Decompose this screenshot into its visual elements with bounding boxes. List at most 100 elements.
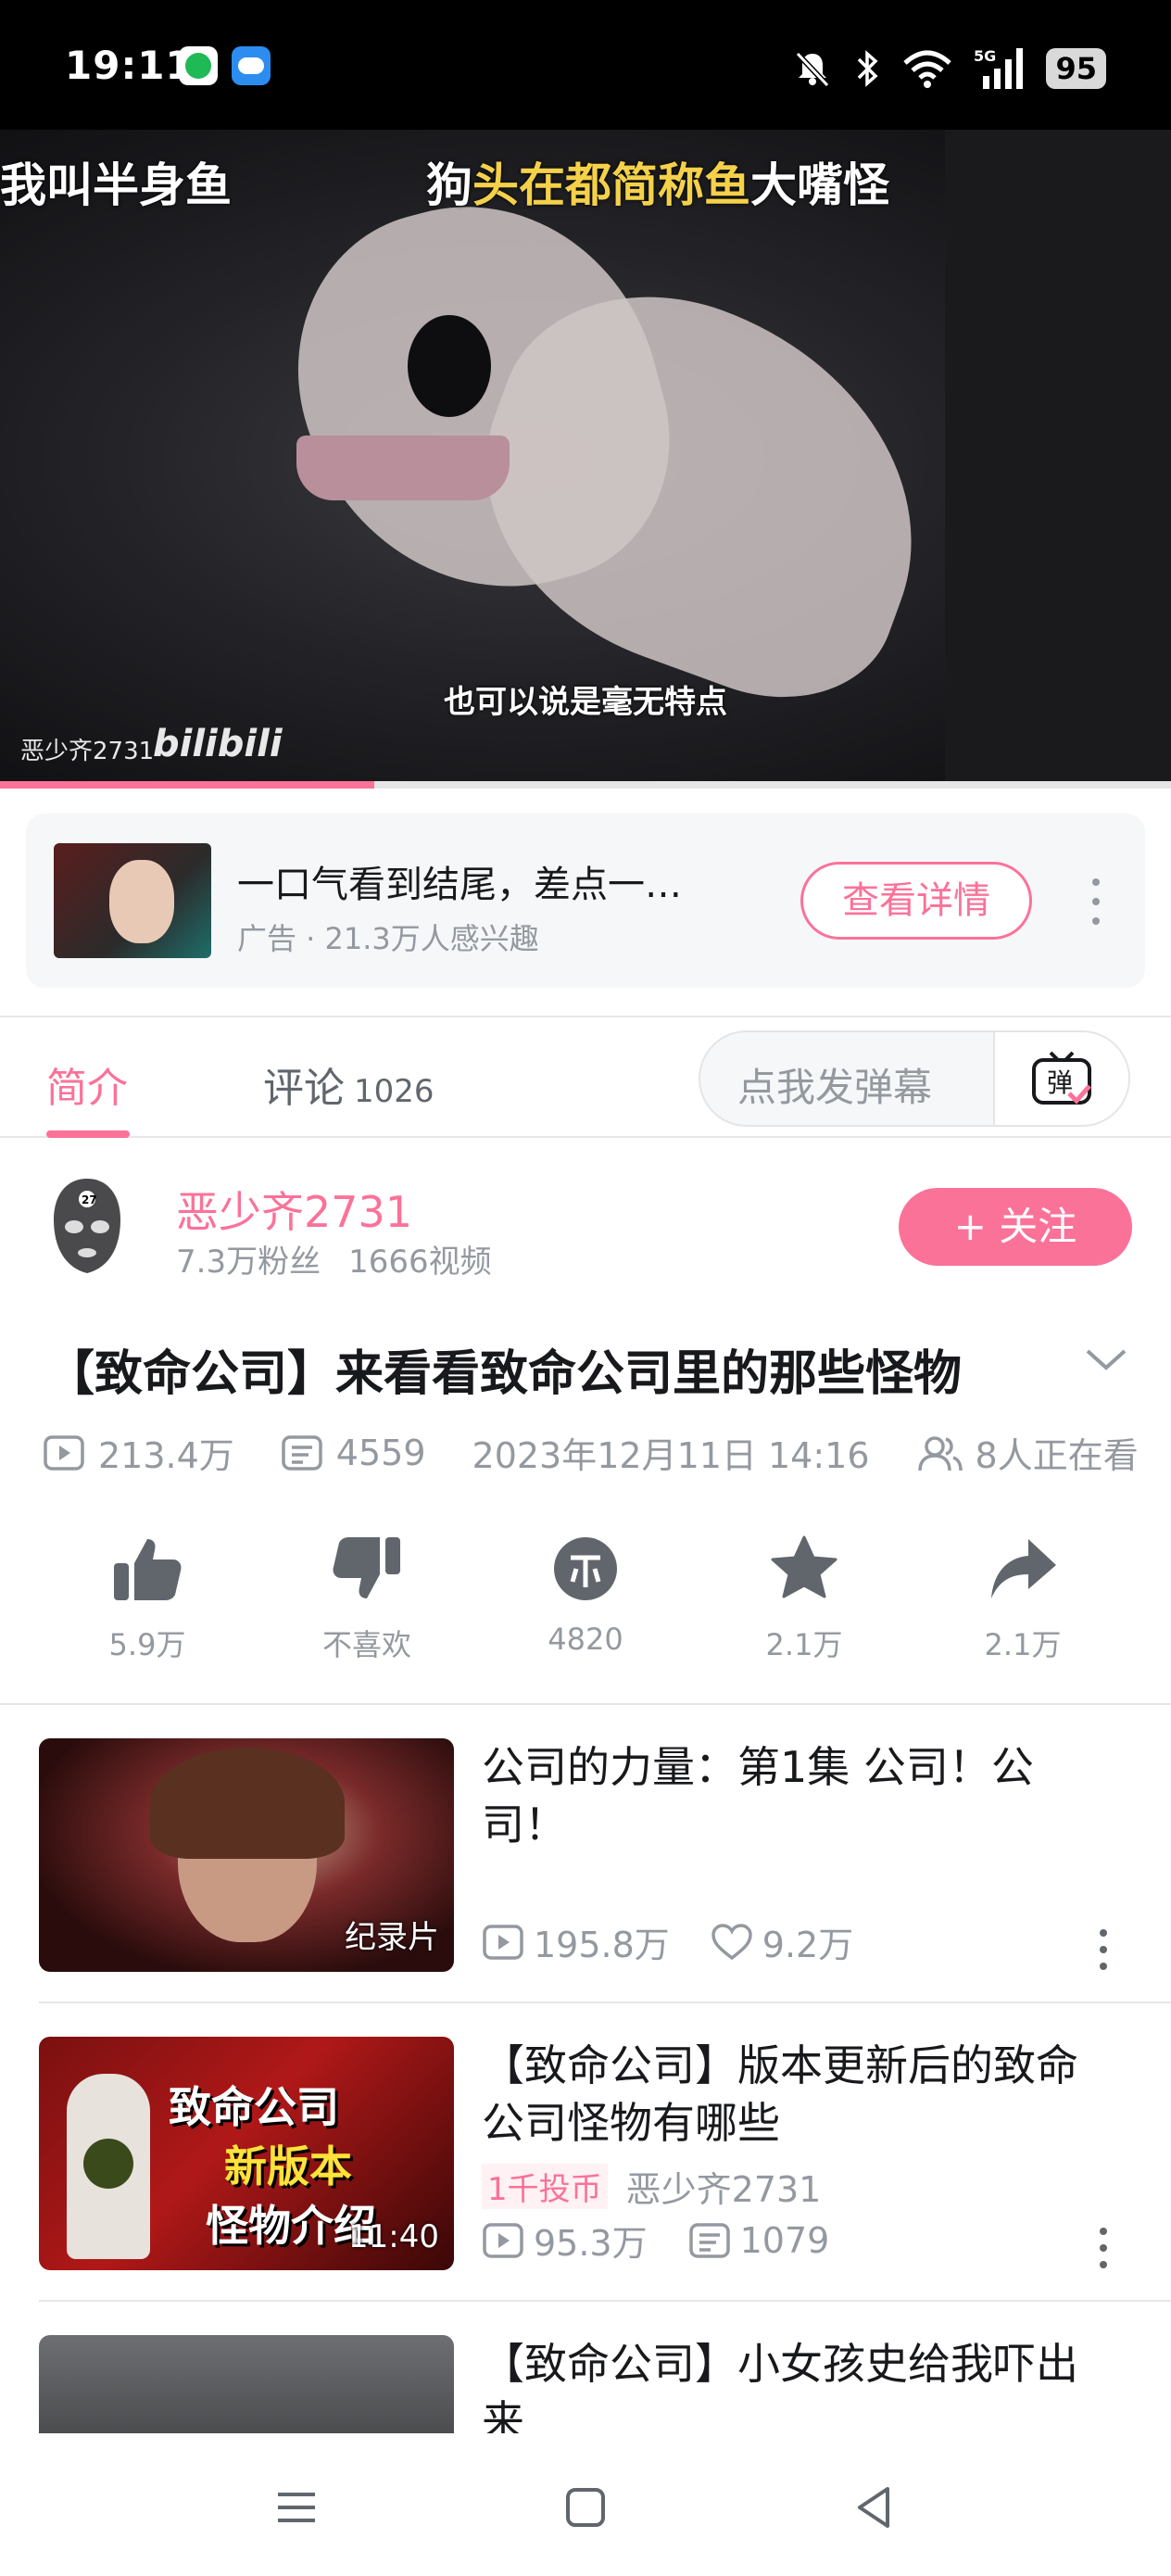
ad-card[interactable]: 一口气看到结尾，差点一… 广告 · 21.3万人感兴趣 查看详情 [26, 814, 1145, 988]
status-icons: 5G 95 [792, 41, 1106, 96]
video-meta: 213.4万 4559 2023年12月11日 14:16 8人正在看 [43, 1427, 1139, 1478]
watching-count: 8人正在看 [975, 1435, 1139, 1476]
wifi-icon [903, 50, 952, 88]
video-player[interactable]: 我叫半身鱼 狗头在都简称鱼大嘴怪 也可以说是毫无特点 恶少齐2731 bilib… [0, 130, 1171, 788]
more-options-icon[interactable] [1099, 1929, 1108, 1970]
menu-icon[interactable] [269, 2480, 324, 2535]
video-duration: 11:40 [348, 2218, 439, 2255]
bluetooth-icon [858, 50, 879, 87]
dislike-button[interactable]: 不喜欢 [293, 1527, 441, 1664]
uploader-stats: 7.3万粉丝 1666视频 [176, 1236, 520, 1282]
view-count: 195.8万 [534, 1925, 670, 1965]
avatar[interactable]: 27 [46, 1175, 128, 1277]
video-title: 【致命公司】来看看致命公司里的那些怪物 [46, 1346, 963, 1402]
system-nav-bar [0, 2433, 1171, 2576]
play-count-icon [483, 2222, 523, 2258]
ad-title: 一口气看到结尾，差点一… [237, 864, 682, 906]
danmaku-count: 1079 [739, 2219, 830, 2261]
svg-text:弹: 弹 [1047, 1067, 1073, 1098]
video-thumbnail: 致命公司 新版本 怪物介绍 11:40 [39, 2037, 454, 2270]
danmaku-count: 4559 [335, 1432, 426, 1473]
uploader-fans: 7.3万粉丝 [176, 1244, 321, 1281]
viewers-icon [917, 1435, 963, 1471]
mute-bell-icon [796, 51, 830, 88]
uploader-name[interactable]: 恶少齐2731 [176, 1179, 412, 1240]
view-count: 213.4万 [98, 1435, 234, 1476]
tab-bar: 简介 评论 1026 点我发弹幕 弹 [0, 1016, 1171, 1138]
related-video-title: 【致命公司】小女孩史给我吓出来 [482, 2339, 1078, 2433]
action-bar: 5.9万 不喜欢 4820 2.1万 2.1万 [0, 1527, 1171, 1666]
back-icon[interactable] [847, 2480, 902, 2535]
favorite-button[interactable]: 2.1万 [730, 1527, 878, 1664]
uploader-section: 27 恶少齐2731 7.3万粉丝 1666视频 + 关注 [0, 1140, 1171, 1307]
more-options-icon[interactable] [1099, 2228, 1108, 2268]
favorite-count: 2.1万 [765, 1627, 843, 1662]
ad-more-icon[interactable] [1082, 878, 1110, 925]
status-time: 19:11 [65, 43, 194, 88]
video-badge: 纪录片 [345, 1919, 439, 1956]
tab-intro[interactable]: 简介 [46, 1054, 128, 1114]
thumbs-down-icon [333, 1537, 400, 1598]
tab-comments[interactable]: 评论 1026 [263, 1054, 434, 1114]
danmaku-placeholder: 点我发弹幕 [737, 1065, 933, 1110]
like-count: 9.2万 [762, 1925, 854, 1965]
star-icon [771, 1535, 837, 1598]
list-item[interactable]: 致命公司 新版本 怪物介绍 11:40 【致命公司】版本更新后的致命公司怪物有哪… [0, 2003, 1171, 2302]
video-watermark-user: 恶少齐2731 [20, 738, 155, 765]
cellular-signal-icon: 5G [974, 47, 1024, 89]
publish-date: 2023年12月11日 14:16 [472, 1435, 870, 1476]
list-item[interactable]: 【致命公司】小女孩史给我吓出来 [0, 2302, 1171, 2433]
view-count: 95.3万 [534, 2223, 648, 2264]
video-subtitle-bottom: 也可以说是毫无特点 [444, 684, 727, 721]
thumbs-up-icon [114, 1539, 182, 1600]
app-root: 19:11 5G 95 我叫半身鱼 狗头在都简称鱼大嘴怪 也可以说是毫无特点 恶… [0, 0, 1171, 2576]
uploader-video-count: 1666视频 [348, 1244, 492, 1281]
bilibili-logo: bilibili [153, 723, 283, 765]
comments-count: 1026 [354, 1073, 434, 1110]
coin-count: 4820 [548, 1622, 623, 1657]
like-count: 5.9万 [108, 1627, 186, 1662]
related-video-title: 公司的力量：第1集 公司！公司！ [482, 1742, 1034, 1850]
dislike-label: 不喜欢 [321, 1627, 411, 1662]
related-video-title: 【致命公司】版本更新后的致命公司怪物有哪些 [482, 2040, 1078, 2148]
related-video-stats: 195.8万 9.2万 [482, 1916, 853, 1967]
svg-text:27: 27 [82, 1193, 97, 1206]
chevron-down-icon[interactable] [1084, 1345, 1128, 1373]
thumbnail-text: 新版本 [224, 2141, 352, 2191]
tab-active-indicator [46, 1130, 130, 1138]
coin-icon [554, 1537, 617, 1600]
danmaku-tv-icon: 弹 [1032, 1051, 1091, 1105]
related-video-author-row: 1千投币 恶少齐2731 [482, 2161, 821, 2212]
video-progress-bar[interactable] [0, 781, 1171, 789]
share-arrow-icon [991, 1539, 1056, 1598]
ad-thumbnail [54, 843, 211, 958]
play-count-icon [44, 1434, 84, 1471]
like-button[interactable]: 5.9万 [73, 1527, 221, 1664]
ad-details-button[interactable]: 查看详情 [800, 862, 1032, 940]
video-thumbnail: 纪录片 [39, 1738, 454, 1972]
share-button[interactable]: 2.1万 [949, 1527, 1097, 1664]
svg-text:5G: 5G [974, 47, 996, 65]
ad-subtitle: 广告 · 21.3万人感兴趣 [237, 921, 539, 956]
status-bar: 19:11 5G 95 [0, 0, 1171, 130]
coin-tag: 1千投币 [482, 2164, 608, 2209]
danmaku-toggle-button[interactable]: 弹 [993, 1032, 1128, 1125]
heart-icon [711, 1923, 752, 1960]
related-video-author: 恶少齐2731 [625, 2169, 822, 2210]
danmaku-input[interactable]: 点我发弹幕 弹 [699, 1030, 1130, 1127]
video-progress-fill [0, 781, 375, 789]
danmaku-count-icon [688, 2222, 730, 2258]
video-subtitle-right: 狗头在都简称鱼大嘴怪 [426, 158, 889, 212]
play-count-icon [483, 1924, 523, 1960]
notification-app-icon [232, 46, 271, 85]
follow-button[interactable]: + 关注 [899, 1188, 1132, 1266]
coin-button[interactable]: 4820 [511, 1527, 660, 1657]
video-subtitle-left: 我叫半身鱼 [0, 158, 232, 212]
share-count: 2.1万 [984, 1627, 1062, 1662]
thumbnail-text: 致命公司 [169, 2082, 339, 2132]
list-item[interactable]: 纪录片 公司的力量：第1集 公司！公司！ 195.8万 9.2万 [0, 1705, 1171, 2003]
battery-indicator: 95 [1046, 48, 1106, 89]
related-video-stats: 95.3万 1079 [482, 2215, 829, 2266]
home-icon[interactable] [558, 2480, 613, 2535]
danmaku-count-icon [282, 1434, 322, 1471]
